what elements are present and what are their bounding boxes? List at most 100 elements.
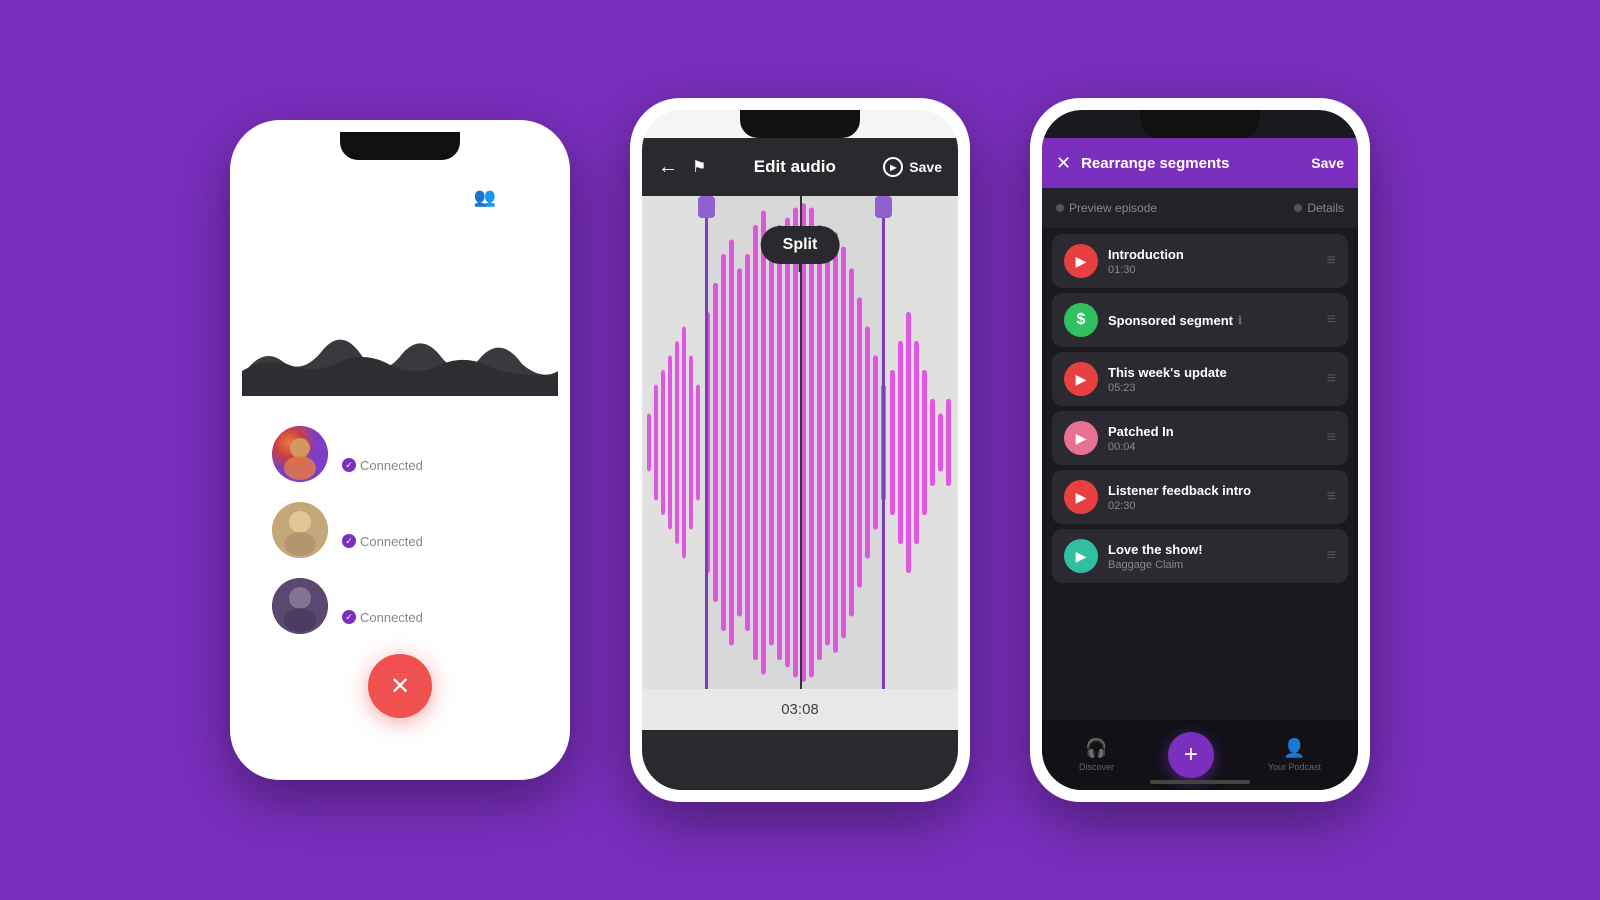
segment-feedback-intro[interactable]: ▶ Listener feedback intro 02:30 ≡ [1052,470,1348,524]
save-circle-icon: ▶ [883,157,903,177]
participant-status-stuart: Connected [342,458,482,473]
participant-status-jerry: Connected [342,534,427,549]
notch-1 [340,132,460,160]
participants-icon: 👥 [474,187,496,208]
segments-list: ▶ Introduction 01:30 ≡ $ Sponsored segme… [1042,228,1358,720]
drag-handle-love[interactable]: ≡ [1327,547,1336,565]
participant-status-lissy: Connected [342,610,477,625]
drag-handle-feedback[interactable]: ≡ [1327,488,1336,506]
play-button-love[interactable]: ▶ [1064,539,1098,573]
waveform-container[interactable]: Split [642,196,958,689]
drag-handle-update[interactable]: ≡ [1327,370,1336,388]
segment-info-patched: Patched In 00:04 [1108,424,1317,453]
segment-subtitle-love: Baggage Claim [1108,559,1317,571]
play-button-update[interactable]: ▶ [1064,362,1098,396]
info-icon-sponsored: ℹ [1238,314,1242,327]
drag-handle-introduction[interactable]: ≡ [1327,252,1336,270]
participant-name-stuart: Stuart Mortensen [342,436,482,456]
close-button-rearrange[interactable]: ✕ [1056,153,1071,174]
edit-header-left: ← ⚑ [658,156,706,179]
recording-waveform [242,316,558,396]
your-podcast-icon: 👤 [1283,738,1305,759]
segment-info-love: Love the show! Baggage Claim [1108,542,1317,571]
participants-list: Stuart Mortensen Connected [242,406,558,654]
play-button-patched[interactable]: ▶ [1064,421,1098,455]
participant-item: Stuart Mortensen Connected [272,426,528,482]
time-display: 03:08 [642,689,958,730]
segment-love-the-show[interactable]: ▶ Love the show! Baggage Claim ≡ [1052,529,1348,583]
edit-audio-header: ← ⚑ Edit audio ▶ Save [642,138,958,196]
segment-duration-patched: 00:04 [1108,441,1317,453]
discover-icon: 🎧 [1085,738,1107,759]
split-tooltip: Split [761,226,840,264]
tab-discover[interactable]: 🎧 Discover [1079,738,1114,772]
play-button-introduction[interactable]: ▶ [1064,244,1098,278]
segment-name-patched: Patched In [1108,424,1317,439]
end-call-button[interactable]: ✕ [368,654,432,718]
phone2-bottom-bar [642,730,958,790]
segment-name-introduction: Introduction [1108,247,1317,262]
tab-your-podcast[interactable]: 👤 Your Podcast [1268,738,1321,772]
segment-info-introduction: Introduction 01:30 [1108,247,1317,276]
rearrange-left: ✕ Rearrange segments [1056,153,1230,174]
add-icon: + [1184,741,1198,769]
segment-sponsored[interactable]: $ Sponsored segment ℹ ≡ [1052,293,1348,347]
segment-name-sponsored: Sponsored segment ℹ [1108,313,1317,328]
segment-info-feedback: Listener feedback intro 02:30 [1108,483,1317,512]
phone3-bottom-bar: 🎧 Discover + 👤 Your Podcast [1042,720,1358,790]
avatar-jerry [272,502,328,558]
rearrange-header: ✕ Rearrange segments Save [1042,138,1358,188]
notch-2 [740,110,860,138]
recording-header-text: 3 people are recording [304,189,464,207]
segment-info-sponsored: Sponsored segment ℹ [1108,313,1317,328]
segment-name-feedback: Listener feedback intro [1108,483,1317,498]
edit-audio-title: Edit audio [754,157,836,177]
status-dot-stuart [342,458,356,472]
drag-handle-patched[interactable]: ≡ [1327,429,1336,447]
status-dot-jerry [342,534,356,548]
play-button-feedback[interactable]: ▶ [1064,480,1098,514]
avatar-lissy [272,578,328,634]
segment-duration-update: 05:23 [1108,382,1317,394]
preview-episode-tab[interactable]: Preview episode [1056,201,1157,215]
trim-handle-left[interactable] [705,196,708,689]
participant-info-jerry: Jerry Gray Connected [342,512,427,549]
segment-info-update: This week's update 05:23 [1108,365,1317,394]
phone-recording: 3 people are recording 👥 5:02 [230,120,570,780]
trim-handle-right[interactable] [882,196,885,689]
notch-3 [1140,110,1260,138]
details-dot-icon [1294,204,1302,212]
play-button-sponsored[interactable]: $ [1064,303,1098,337]
fab-add-button[interactable]: + [1168,732,1214,778]
rearrange-screen: ✕ Rearrange segments Save Preview episod… [1042,110,1358,790]
rearrange-title: Rearrange segments [1081,155,1229,172]
timer-display: 5:02 [338,228,462,306]
participant-info-lissy: Lissy Thompson Connected [342,588,477,625]
participant-item: Jerry Gray Connected [272,502,528,558]
back-button[interactable]: ← [658,156,678,179]
segment-patched-in[interactable]: ▶ Patched In 00:04 ≡ [1052,411,1348,465]
segment-name-love: Love the show! [1108,542,1317,557]
save-button-edit[interactable]: ▶ Save [883,157,942,177]
phone-rearrange: ✕ Rearrange segments Save Preview episod… [1030,98,1370,802]
rearrange-save-button[interactable]: Save [1311,155,1344,171]
flag-icon[interactable]: ⚑ [692,157,706,177]
status-dot-lissy [342,610,356,624]
participant-name-lissy: Lissy Thompson [342,588,477,608]
home-indicator [1150,780,1250,784]
details-tab[interactable]: Details [1294,201,1344,215]
preview-dot-icon [1056,204,1064,212]
segment-name-update: This week's update [1108,365,1317,380]
edit-audio-screen: ← ⚑ Edit audio ▶ Save Split [642,110,958,790]
participant-item: Lissy Thompson Connected [272,578,528,634]
segment-duration-introduction: 01:30 [1108,264,1317,276]
end-call-icon: ✕ [390,672,410,701]
segment-duration-feedback: 02:30 [1108,500,1317,512]
participant-name-jerry: Jerry Gray [342,512,427,532]
segment-this-weeks-update[interactable]: ▶ This week's update 05:23 ≡ [1052,352,1348,406]
avatar-stuart [272,426,328,482]
segment-introduction[interactable]: ▶ Introduction 01:30 ≡ [1052,234,1348,288]
participant-info-stuart: Stuart Mortensen Connected [342,436,482,473]
recording-header: 3 people are recording 👥 [304,187,497,208]
drag-handle-sponsored[interactable]: ≡ [1327,311,1336,329]
